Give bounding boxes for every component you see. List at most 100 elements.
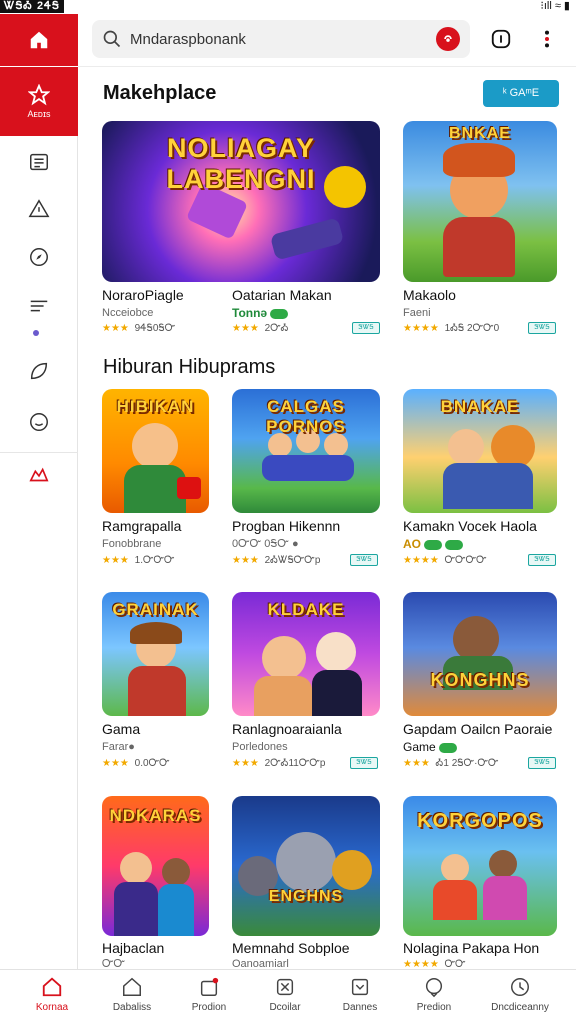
game-card[interactable]: NDKARAS Hajbaclan ᏅᏅ [102,796,212,970]
status-bar: ᏔᎦᎣ 2ᏎᎦ ⁝ıll ≈ ▮ [0,0,576,14]
thumbnail-title: KLDAKE [267,600,345,619]
thumbnail-title: GRAINAK [112,600,199,619]
search-input[interactable]: Mndaraspbonank [130,31,436,48]
game-meta: ★★★ 1.ᏅᏅᏅ [102,555,175,566]
chat-icon [425,978,443,998]
price-pill-icon [424,539,442,550]
game-thumbnail: CALGAS PORNOS [232,389,380,513]
nav-item[interactable]: Dcoilar [249,976,321,1022]
nav-item[interactable]: Dncdiceanny [484,976,556,1022]
rail-divider [0,452,78,453]
rail-item-leaf[interactable] [0,353,78,389]
game-name: Kamakn Vocek Haola [403,518,537,534]
game-card[interactable]: HIBIKAN Ramgrapalla Fonobbrane ★★★ 1.ᏅᏅᏅ [102,389,212,574]
game-thumbnail: KORGOPOS [403,796,557,936]
game-meta: ★★★ 2ᎣᏔᎦᏅᏅp [232,555,321,566]
nav-home[interactable]: Kornaa [16,976,88,1022]
section-title-marketplace: Makehplace [103,82,217,104]
install-tag[interactable]: ᏕᏔᎦ [528,757,556,769]
search-bar[interactable]: Mndaraspbonank [92,20,470,58]
rail-home-button[interactable] [0,14,78,66]
game-thumbnail: BNAKAE [403,389,557,513]
price-pill-icon [445,539,463,550]
more-vert-icon [544,30,550,48]
game-card[interactable]: CALGAS PORNOS Progban Hikennn 0ᏅᏅ 0ᎦᏅ ● … [232,389,380,574]
nav-label: Dncdiceanny [491,1002,549,1013]
thumbnail-title: BNKAE [449,125,511,142]
game-thumbnail: NDKARAS [102,796,209,936]
install-tag[interactable]: ᏕᏔᎦ [528,322,556,334]
left-rail: Aᴇᴅɪs [0,14,78,969]
list-icon [30,153,48,171]
game-card[interactable]: BNAKAE Kamakn Vocek Haola AO ★★★★ ᏅᏅᏅᏅ Ꮥ… [403,389,558,574]
home-icon [42,977,62,997]
install-tag[interactable]: ᏕᏔᎦ [350,757,378,769]
nav-label: Dcoilar [269,1002,301,1013]
rail-item-sliders[interactable] [0,288,78,324]
nav-item[interactable]: Prodion [173,976,245,1022]
game-card[interactable]: ENGHNS Memnahd Sobploe Oanoamiarl [232,796,380,970]
install-tag[interactable]: ᏕᏔᎦ [350,554,378,566]
rail-item-list[interactable] [0,144,78,180]
rail-item-group[interactable] [0,457,78,493]
nav-item[interactable]: Dabaliss [96,976,168,1022]
game-meta: ★★★ 2ᏅᎣ [232,323,289,334]
game-card[interactable]: GRAINAK Gama Farar● ★★★ 0.0ᏅᏅ [102,592,212,777]
game-thumbnail: GRAINAK [102,592,209,716]
leaf-icon [30,362,48,380]
smile-icon [30,413,48,431]
game-name: Ranlagnoaraianla [232,721,342,737]
game-subtitle: Ncceiobce [102,307,154,319]
bottom-navigation: Kornaa Dabaliss Prodion Dcoilar Dannes P… [0,969,576,1024]
nav-label: Predion [416,1002,452,1013]
thumbnail-title: NDKARAS [109,806,202,825]
more-options-button[interactable] [534,26,560,52]
thumbnail-title: KORGOPOS [417,810,543,832]
nav-label: Dabaliss [112,1002,152,1013]
game-filter-button[interactable]: ᵏ GAᵐE [483,80,559,107]
rail-item-active[interactable]: Aᴇᴅɪs [0,66,78,136]
game-card[interactable]: KORGOPOS Nolagina Pakapa Hon ★★★★ ᏅᏅ [403,796,558,970]
game-meta: ★★★★ 1ᎣᎦ 2ᏅᏅ0 [403,323,500,334]
install-tag[interactable]: ᏕᏔᎦ [528,554,556,566]
game-subtitle: Tonnə [232,306,289,320]
compass-icon [30,248,48,266]
home-icon [30,31,48,49]
rail-item-compass[interactable] [0,239,78,275]
notifications-button[interactable] [488,26,514,52]
game-subtitle: Game [403,740,457,754]
game-name: Gapdam Oailcn Paoraie [403,721,553,737]
nav-item[interactable]: Predion [398,976,470,1022]
game-name: Hajbaclan [102,940,165,956]
nav-label: Kornaa [35,1002,69,1013]
rating-stars-icon: ★★★ [232,758,259,769]
marketplace-card[interactable]: Oatarian Makan Tonnə ★★★ 2ᏅᎣ ᏕᏔᎦ [232,121,380,341]
rail-item-alert[interactable] [0,191,78,227]
nav-item[interactable]: Dannes [324,976,396,1022]
game-name: Progban Hikennn [232,518,341,534]
game-name: Ramgrapalla [102,518,182,534]
price-pill-icon [270,308,289,319]
rail-item-smile[interactable] [0,404,78,440]
status-time: ᏔᎦᎣ 2ᏎᎦ [0,0,64,13]
game-name: Nolagina Pakapa Hon [403,940,540,956]
install-tag[interactable]: ᏕᏔᎦ [352,322,380,334]
marketplace-card[interactable]: BNKAE Makaolo Faeni ★★★★ 1ᎣᎦ 2ᏅᏅ0 ᏕᏔᎦ [403,121,558,341]
thumbnail-title: KONGHNS [430,670,530,690]
game-card[interactable]: KLDAKE Ranlagnoaraianla Porledones ★★★ 2… [232,592,380,777]
game-subtitle-text: Tonnə [232,306,268,320]
game-subtitle: Farar● [102,741,135,753]
game-subtitle-text: AO [403,537,421,551]
bag-icon [200,977,219,996]
badge-star-icon [28,84,50,106]
game-card[interactable]: KONGHNS Gapdam Oailcn Paoraie Game ★★★ Ꭳ… [403,592,558,777]
section-title-hiburan: Hiburan Hibuprams [103,356,276,378]
game-subtitle-text: Game [403,740,436,754]
rating-stars-icon: ★★★★ [403,323,439,334]
game-name: NoraroPiagle [102,287,184,303]
game-thumbnail: HIBIKAN [102,389,209,513]
house-outline-icon [123,977,141,996]
thumbnail-title: HIBIKAN [116,397,195,416]
voice-search-icon[interactable] [436,27,460,51]
status-system-icons: ⁝ıll ≈ ▮ [540,0,570,12]
